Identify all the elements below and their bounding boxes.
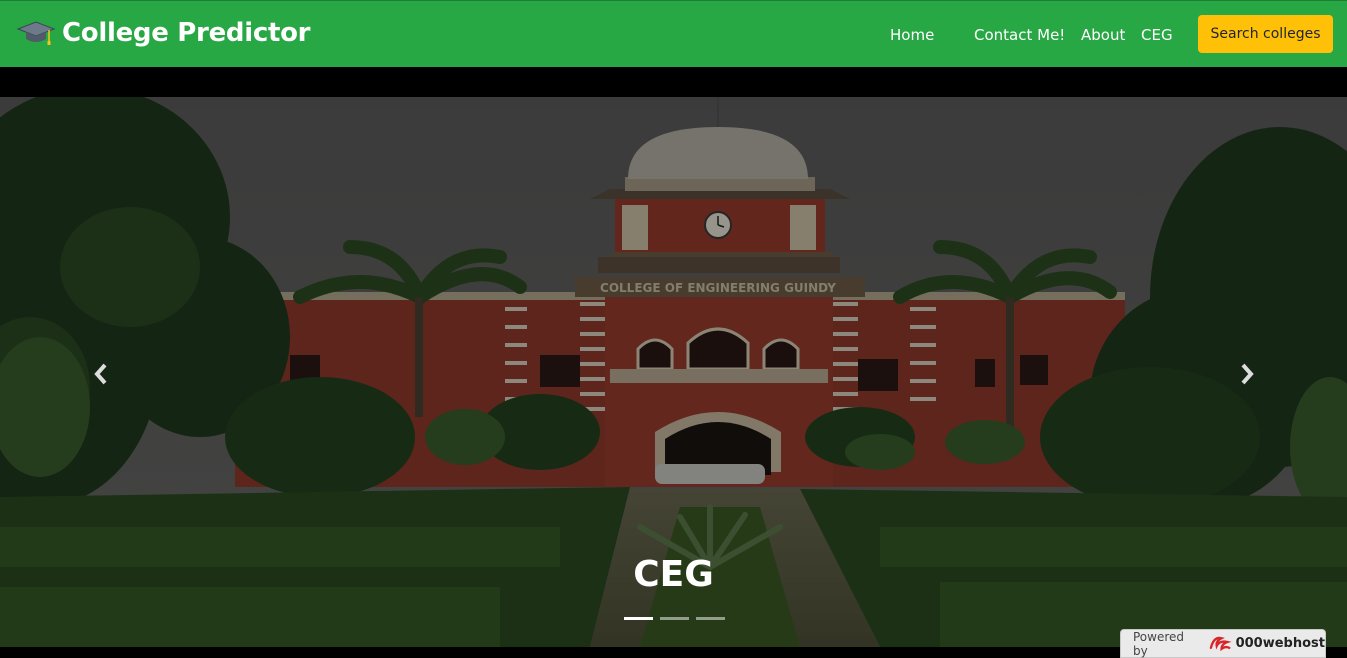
brand-title: College Predictor xyxy=(62,18,311,48)
carousel-next-button[interactable] xyxy=(1234,359,1260,389)
carousel-indicator-3[interactable] xyxy=(696,617,725,620)
brand-link[interactable]: College Predictor xyxy=(16,17,310,49)
carousel-indicator-2[interactable] xyxy=(660,617,689,620)
carousel-indicator-1[interactable] xyxy=(624,617,653,620)
powered-by-badge[interactable]: Powered by 000webhost xyxy=(1120,629,1326,658)
carousel-caption: CEG xyxy=(633,554,714,595)
hero-carousel: COLLEGE OF ENGINEERING GUINDY CEG xyxy=(0,97,1347,647)
navbar: College Predictor Home Contact Me! About… xyxy=(0,0,1347,67)
powered-by-brand: 000webhost xyxy=(1235,636,1325,651)
nav-link-contact[interactable]: Contact Me! xyxy=(974,25,1065,45)
graduation-cap-icon xyxy=(16,21,56,45)
carousel-indicators xyxy=(624,617,725,620)
nav-link-about[interactable]: About xyxy=(1081,25,1125,45)
nav-link-home[interactable]: Home xyxy=(890,25,934,45)
carousel-prev-button[interactable] xyxy=(88,359,114,389)
chevron-right-icon xyxy=(1241,363,1254,385)
webhost-logo-icon xyxy=(1210,636,1232,651)
powered-by-label: Powered by xyxy=(1133,629,1185,658)
search-colleges-button[interactable]: Search colleges xyxy=(1198,15,1333,53)
nav-link-ceg[interactable]: CEG xyxy=(1141,25,1173,45)
chevron-left-icon xyxy=(94,363,107,385)
